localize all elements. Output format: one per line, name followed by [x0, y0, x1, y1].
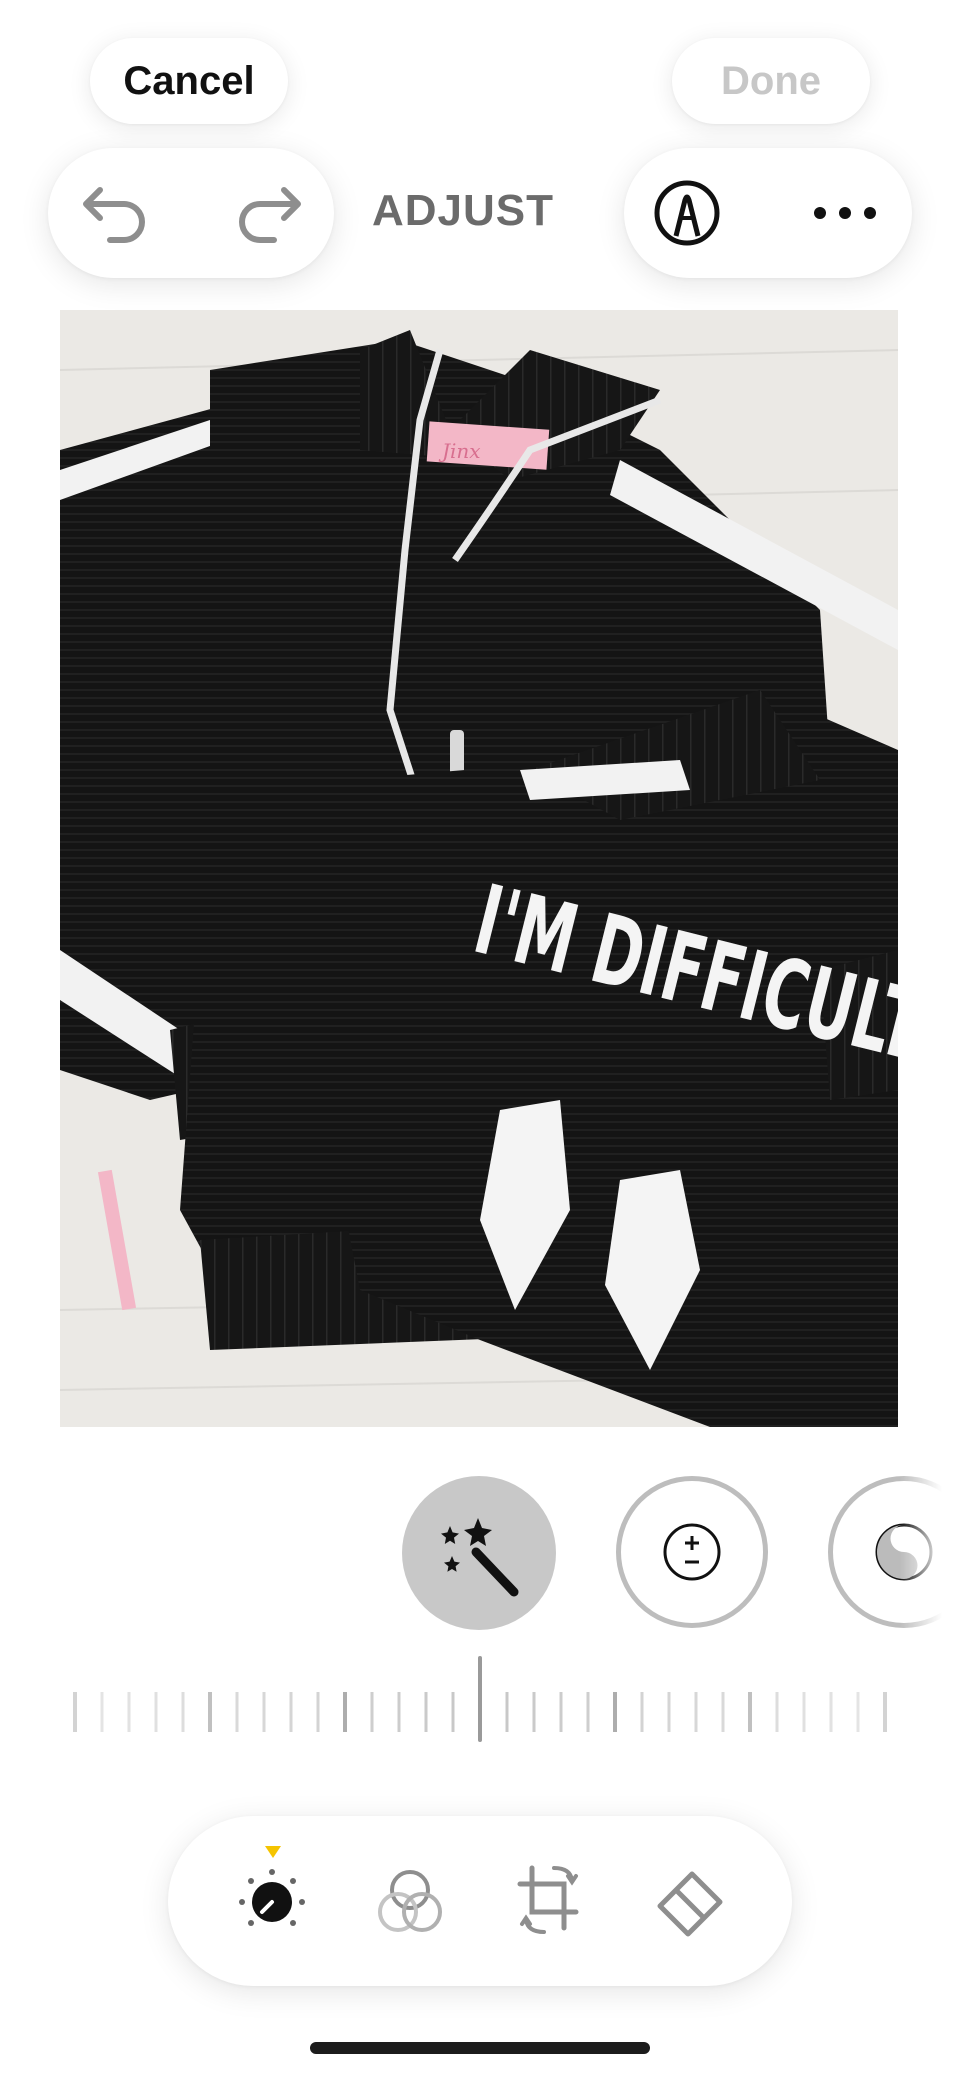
undo-icon[interactable]	[80, 180, 150, 246]
auto-enhance-button[interactable]	[402, 1476, 556, 1630]
redo-icon[interactable]	[234, 180, 304, 246]
exposure-button[interactable]	[616, 1476, 768, 1628]
crop-icon[interactable]	[514, 1862, 586, 1938]
adjust-dial-icon[interactable]	[234, 1864, 310, 1940]
magic-wand-icon	[441, 1518, 519, 1597]
sweater-photo: Jinx I'M DIFFICULT	[60, 310, 898, 1427]
photo-preview[interactable]: Jinx I'M DIFFICULT	[60, 310, 898, 1427]
home-indicator	[310, 2042, 650, 2054]
adjustment-slider[interactable]	[40, 1650, 920, 1750]
active-indicator-dot	[265, 1846, 281, 1858]
plus-minus-icon	[663, 1523, 721, 1581]
done-button[interactable]: Done	[672, 38, 870, 124]
mode-title: ADJUST	[372, 186, 555, 235]
carousel-fade	[900, 1460, 960, 1650]
filters-icon[interactable]	[374, 1866, 450, 1938]
cancel-button[interactable]: Cancel	[90, 38, 288, 124]
markup-pen-icon[interactable]	[652, 178, 722, 248]
label-text: Jinx	[438, 439, 481, 463]
eraser-icon[interactable]	[652, 1866, 728, 1938]
more-icon[interactable]	[810, 200, 880, 226]
